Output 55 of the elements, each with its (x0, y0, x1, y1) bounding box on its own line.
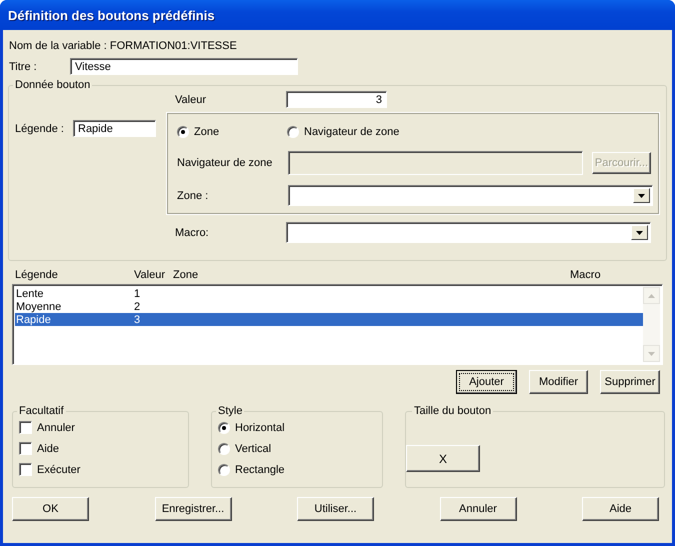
caption-label: Légende : (15, 122, 65, 134)
scrollbar[interactable] (643, 287, 660, 362)
option-label: Navigateur de zone (304, 126, 400, 138)
group-title: Style (217, 405, 244, 417)
column-header: Légende (15, 269, 59, 281)
variable-name: Nom de la variable : FORMATION01:VITESSE (9, 40, 238, 52)
column-header: Valeur (134, 269, 166, 281)
checkbox[interactable] (19, 442, 32, 455)
option-label: Aide (37, 442, 60, 454)
list-box[interactable]: Lente 1 Moyenne 2 Rapide 3 (12, 284, 663, 365)
window-title: Définition des boutons prédéfinis (7, 8, 215, 22)
list-row[interactable]: Moyenne 2 (15, 300, 643, 313)
zone-label: Zone : (177, 190, 210, 202)
action-button[interactable]: Ajouter (456, 370, 517, 394)
zone-dropdown[interactable] (288, 185, 653, 206)
macro-dropdown[interactable] (286, 222, 651, 243)
column-header: Zone (173, 269, 200, 281)
preview-button[interactable]: X (406, 445, 480, 472)
value-input[interactable]: 3 (286, 91, 387, 108)
checkbox[interactable] (19, 463, 32, 476)
group-title: Donnée bouton (14, 79, 92, 91)
caret-up-icon (648, 294, 655, 298)
dialog-button[interactable]: Annuler (440, 497, 516, 521)
caret-down-icon (638, 194, 645, 198)
title-label: Titre : (9, 60, 38, 72)
browser-label: Navigateur de zone (177, 157, 274, 169)
option-label: Vertical (235, 442, 272, 454)
action-button[interactable]: Modifier (529, 370, 588, 394)
column-header: Macro (570, 269, 602, 281)
macro-label: Macro: (175, 226, 210, 238)
group-title: Taille du bouton (413, 405, 492, 417)
action-button[interactable]: Supprimer (600, 370, 660, 394)
dialog-button[interactable]: Utiliser... (297, 497, 374, 521)
list-row[interactable]: Rapide 3 (15, 313, 643, 326)
radio-button[interactable] (177, 126, 189, 138)
caret-down-icon (636, 230, 643, 234)
option-label: Horizontal (235, 422, 285, 434)
radio-button[interactable] (287, 126, 299, 138)
list-row[interactable]: Lente 1 (15, 287, 643, 300)
option-label: Annuler (37, 422, 75, 434)
dialog-button[interactable]: Enregistrer... (154, 497, 232, 521)
group-title: Facultatif (18, 405, 65, 417)
dialog-button[interactable]: OK (12, 497, 89, 521)
dialog-button[interactable]: Aide (582, 497, 659, 521)
radio-button[interactable] (218, 442, 230, 454)
radio-button[interactable] (218, 464, 230, 476)
option-label: Exécuter (37, 464, 80, 476)
radio-button[interactable] (218, 422, 230, 434)
caption-input[interactable]: Rapide (73, 120, 156, 137)
caret-down-icon (648, 352, 655, 356)
option-label: Rectangle (235, 464, 285, 476)
option-label: Zone (194, 126, 220, 138)
value-label: Valeur (175, 94, 207, 106)
checkbox[interactable] (19, 421, 32, 434)
title-input[interactable]: Vitesse (70, 58, 298, 75)
